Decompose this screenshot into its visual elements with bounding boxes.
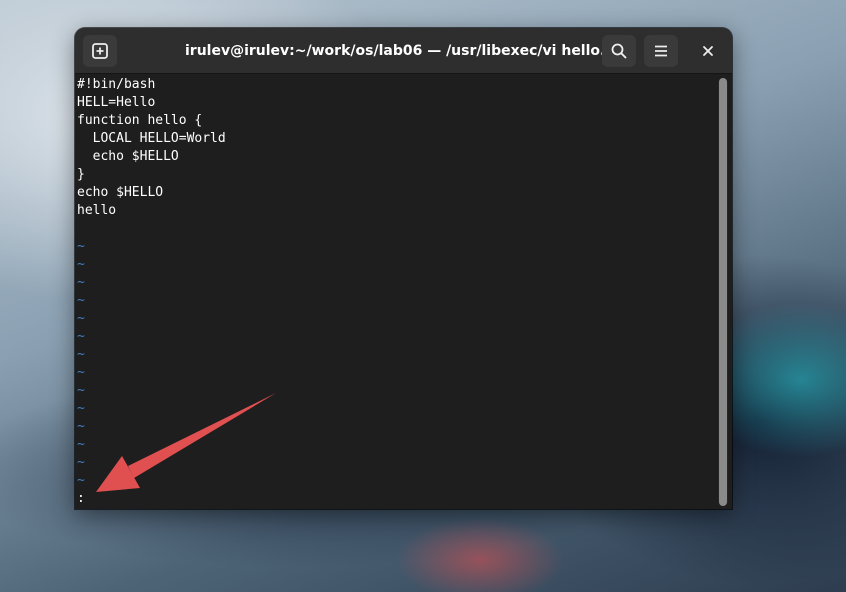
terminal-view[interactable]: #!bin/bash HELL=Hello function hello { LOC…	[75, 74, 732, 509]
window-title: irulev@irulev:~/work/os/lab06 — /usr/lib…	[185, 43, 605, 59]
empty-buffer-line: ~	[77, 401, 85, 416]
close-button[interactable]	[692, 35, 724, 67]
terminal-text-area[interactable]: #!bin/bash HELL=Hello function hello { LOC…	[77, 76, 713, 508]
new-tab-icon	[92, 43, 108, 59]
terminal-line: hello	[77, 203, 117, 218]
new-tab-button[interactable]	[83, 35, 117, 67]
empty-buffer-line: ~	[77, 293, 85, 308]
terminal-line: echo $HELLO	[77, 149, 179, 164]
terminal-line: #!bin/bash	[77, 77, 156, 92]
empty-buffer-line: ~	[77, 437, 85, 452]
terminal-line: function hello {	[77, 113, 203, 128]
empty-buffer-line: ~	[77, 257, 85, 272]
empty-buffer-line: ~	[77, 347, 85, 362]
empty-buffer-line: ~	[77, 473, 85, 488]
empty-buffer-line: ~	[77, 275, 85, 290]
empty-buffer-line: ~	[77, 239, 85, 254]
terminal-window: irulev@irulev:~/work/os/lab06 — /usr/lib…	[75, 28, 732, 509]
search-button[interactable]	[602, 35, 636, 67]
vi-command-line: :	[77, 491, 85, 506]
empty-buffer-line: ~	[77, 419, 85, 434]
empty-buffer-line: ~	[77, 329, 85, 344]
terminal-line: LOCAL HELLO=World	[77, 131, 226, 146]
main-menu-button[interactable]	[644, 35, 678, 67]
headerbar: irulev@irulev:~/work/os/lab06 — /usr/lib…	[75, 28, 732, 74]
terminal-line: HELL=Hello	[77, 95, 156, 110]
empty-buffer-line: ~	[77, 455, 85, 470]
empty-buffer-line: ~	[77, 383, 85, 398]
desktop-background: irulev@irulev:~/work/os/lab06 — /usr/lib…	[0, 0, 846, 592]
terminal-line: }	[77, 167, 85, 182]
scrollbar[interactable]	[718, 78, 728, 506]
terminal-line: echo $HELLO	[77, 185, 164, 200]
scrollbar-thumb[interactable]	[719, 78, 727, 506]
close-icon	[703, 46, 713, 56]
empty-buffer-line: ~	[77, 311, 85, 326]
empty-buffer-line: ~	[77, 365, 85, 380]
search-icon	[611, 43, 627, 59]
hamburger-menu-icon	[655, 45, 667, 57]
